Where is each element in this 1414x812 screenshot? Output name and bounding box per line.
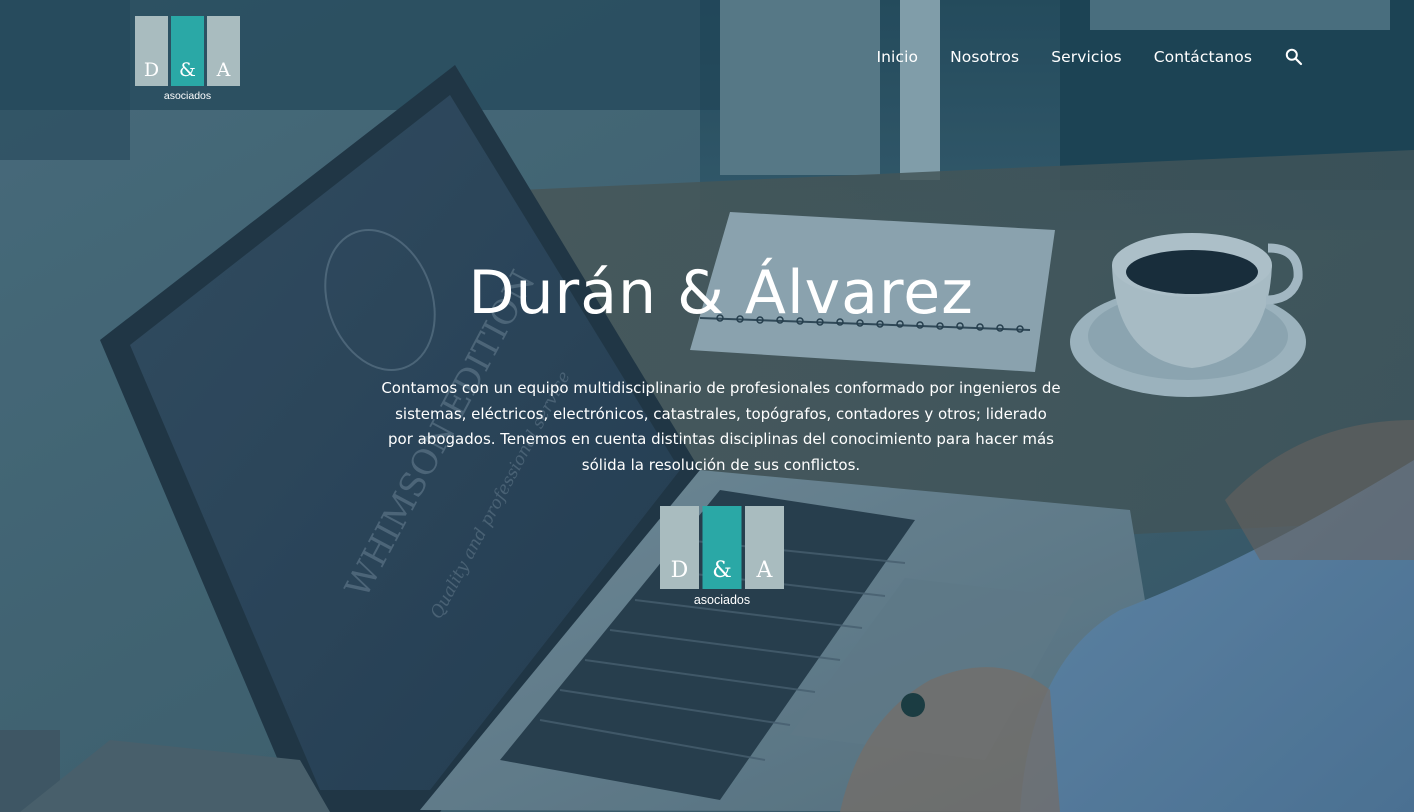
hero-title: Durán & Álvarez [468, 258, 974, 328]
main-nav: Inicio Nosotros Servicios Contáctanos [876, 46, 1252, 68]
nav-item-inicio[interactable]: Inicio [876, 48, 918, 66]
search-icon[interactable] [1285, 48, 1303, 66]
header-logo[interactable]: D & A asociados [135, 16, 240, 102]
nav-item-nosotros[interactable]: Nosotros [950, 48, 1019, 66]
logo-mark: D & A asociados [135, 16, 240, 102]
logo-mark: D & A asociados [660, 506, 784, 607]
logo-letter-amp: & [712, 558, 732, 583]
hero-description: Contamos con un equipo multidisciplinari… [381, 379, 1061, 474]
logo-letter-d: D [671, 558, 689, 583]
logo-letter-a: A [756, 558, 774, 583]
nav-item-contactanos[interactable]: Contáctanos [1154, 48, 1252, 66]
hero-section: WHIMSON EDITION Quality and professional… [0, 0, 1414, 812]
logo-subtitle: asociados [164, 90, 211, 102]
logo-letter-d: D [144, 59, 159, 81]
hero-logo: D & A asociados [660, 506, 784, 608]
logo-subtitle: asociados [694, 593, 750, 607]
nav-item-servicios[interactable]: Servicios [1051, 48, 1122, 66]
logo-letter-a: A [216, 59, 231, 81]
logo-letter-amp: & [179, 59, 196, 81]
